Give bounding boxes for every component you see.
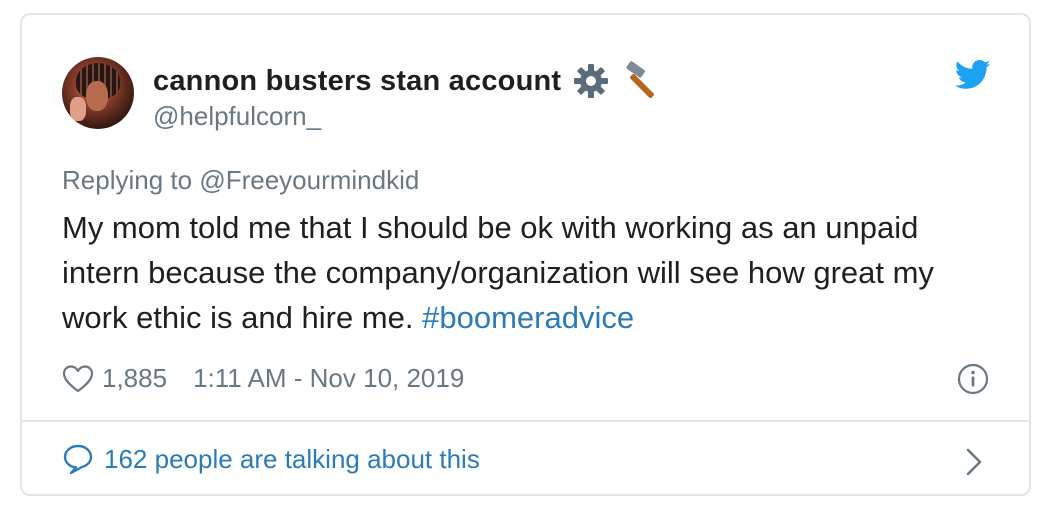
chevron-right-icon[interactable]	[965, 447, 983, 477]
timestamp-link[interactable]: 1:11 AM - Nov 10, 2019	[193, 363, 464, 394]
avatar-hand	[70, 97, 86, 121]
conversation-link[interactable]: 162 people are talking about this	[62, 443, 480, 475]
author-name-row[interactable]: cannon busters stan account	[153, 61, 665, 101]
tweet-card: cannon busters stan account @helpfulcorn…	[20, 13, 1031, 496]
info-icon[interactable]	[957, 363, 989, 395]
twitter-bird-icon[interactable]	[955, 60, 991, 90]
replying-to: Replying to @Freeyourmindkid	[62, 165, 419, 196]
display-name[interactable]: cannon busters stan account	[153, 65, 561, 98]
gear-icon	[574, 64, 609, 98]
tweet-text: My mom told me that I should be ok with …	[62, 205, 1002, 340]
divider	[22, 420, 1029, 422]
replying-to-handle[interactable]: @Freeyourmindkid	[199, 165, 419, 195]
avatar-face	[86, 81, 108, 111]
hammer-icon	[626, 61, 655, 98]
author-handle[interactable]: @helpfulcorn_	[153, 101, 321, 132]
avatar[interactable]	[62, 57, 134, 129]
speech-bubble-icon	[63, 444, 93, 475]
tweet-meta: 1,885 1:11 AM - Nov 10, 2019	[62, 363, 464, 394]
hashtag-link[interactable]: #boomeradvice	[422, 300, 634, 335]
heart-icon[interactable]	[62, 364, 94, 394]
talking-text[interactable]: 162 people are talking about this	[104, 444, 480, 475]
like-count[interactable]: 1,885	[102, 363, 167, 394]
replying-prefix: Replying to	[62, 165, 193, 195]
